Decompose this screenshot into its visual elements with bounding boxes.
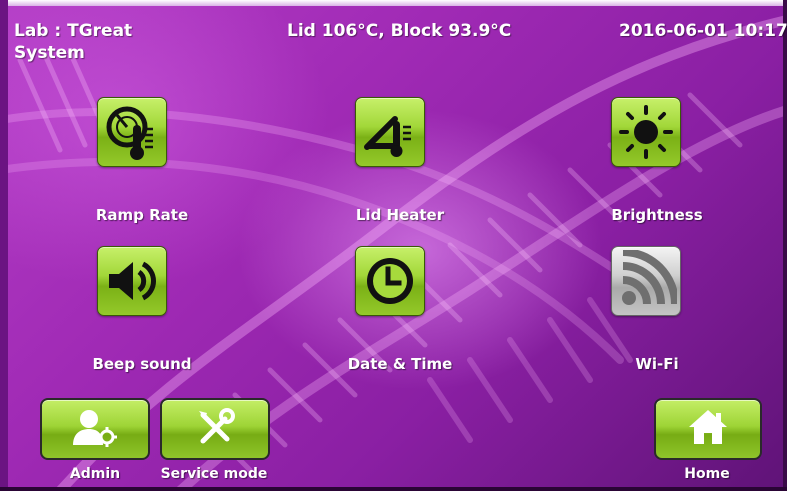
admin-label: Admin xyxy=(69,466,121,482)
admin-user-gear-icon xyxy=(71,407,119,451)
brightness-label: Brightness xyxy=(611,206,703,224)
brightness-button[interactable] xyxy=(611,97,681,167)
screen-top-border xyxy=(0,0,787,6)
wifi-signal-icon xyxy=(615,250,677,312)
current-datetime: 2016-06-01 10:17 xyxy=(619,21,787,41)
beep-sound-label: Beep sound xyxy=(92,355,192,373)
clock-icon xyxy=(361,252,419,310)
lid-heater-label: Lid Heater xyxy=(355,206,445,224)
service-mode-button[interactable] xyxy=(160,398,270,460)
temperature-status: Lid 106°C, Block 93.9°C xyxy=(287,21,512,41)
wifi-label: Wi-Fi xyxy=(635,355,679,373)
home-label: Home xyxy=(684,466,730,482)
screen-bottom-border xyxy=(0,487,787,491)
service-mode-label: Service mode xyxy=(160,466,268,482)
home-button[interactable] xyxy=(654,398,762,460)
ramp-rate-button[interactable] xyxy=(97,97,167,167)
wifi-button[interactable] xyxy=(611,246,681,316)
screen-left-border xyxy=(0,0,8,491)
lab-system-label: Lab : TGreat System xyxy=(14,21,133,63)
screen-right-border xyxy=(783,0,787,491)
sun-icon xyxy=(617,103,675,161)
ramp-rate-label: Ramp Rate xyxy=(95,206,189,224)
beep-sound-button[interactable] xyxy=(97,246,167,316)
lid-heater-icon xyxy=(361,103,419,161)
tools-icon xyxy=(195,407,235,451)
ramp-rate-gauge-icon xyxy=(103,103,161,161)
speaker-icon xyxy=(103,252,161,310)
date-time-button[interactable] xyxy=(355,246,425,316)
admin-button[interactable] xyxy=(40,398,150,460)
lid-heater-button[interactable] xyxy=(355,97,425,167)
date-time-label: Date & Time xyxy=(347,355,453,373)
home-icon xyxy=(687,407,729,451)
